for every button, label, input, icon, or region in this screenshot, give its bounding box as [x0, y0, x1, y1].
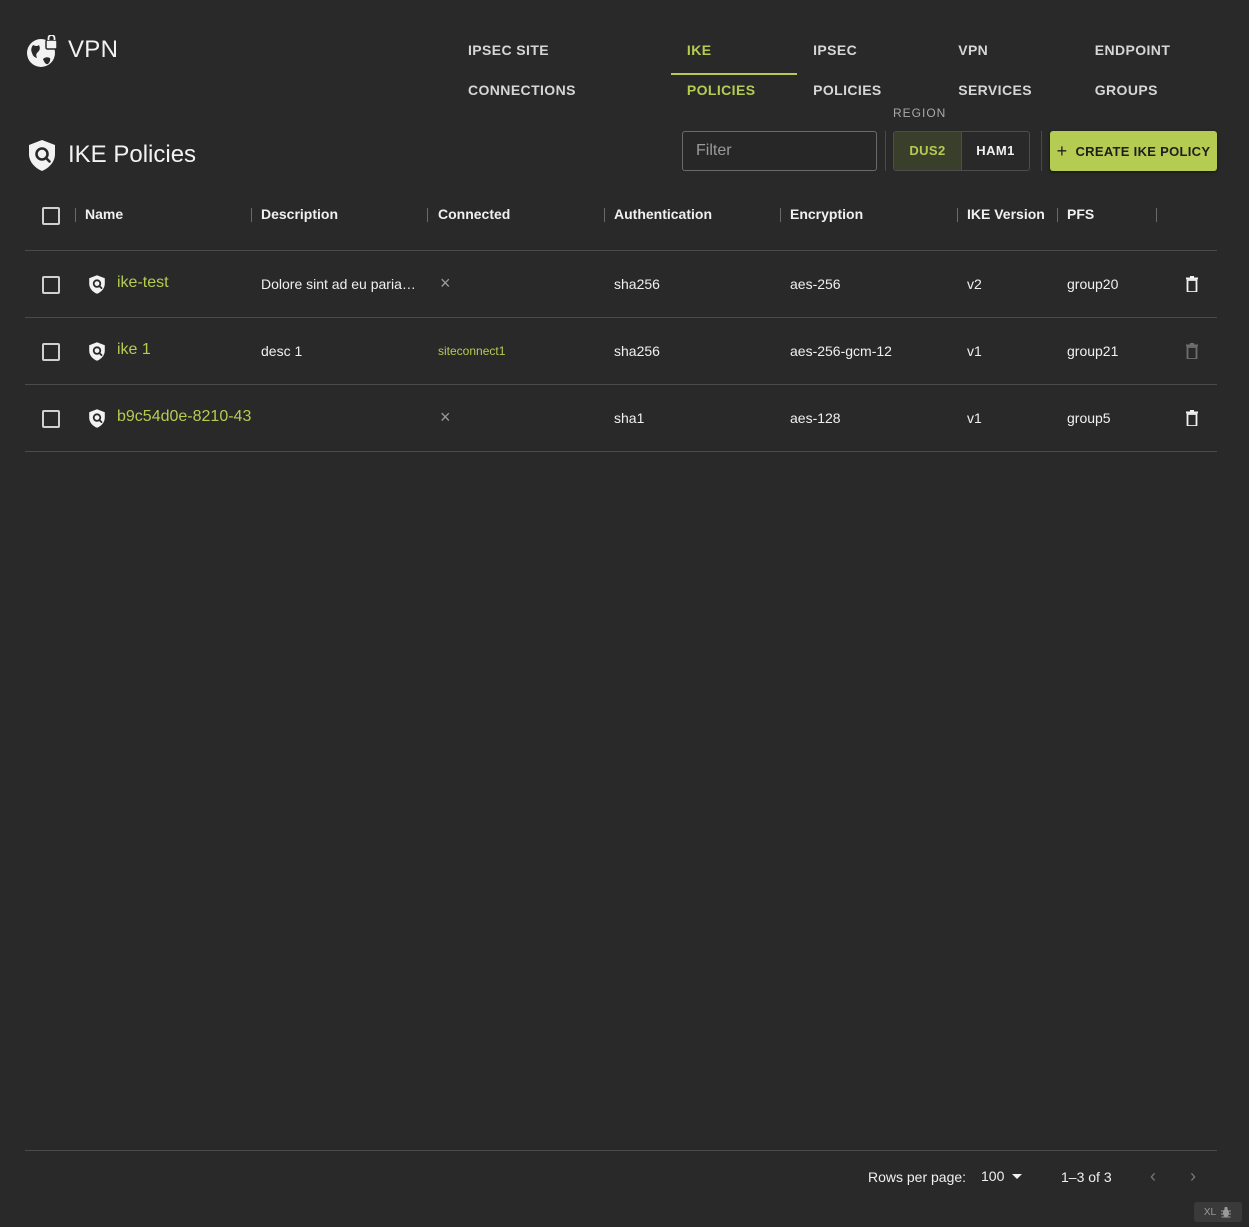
policy-pfs: group5 — [1067, 410, 1111, 426]
policy-encryption: aes-256 — [790, 276, 841, 292]
policy-description: desc 1 — [261, 343, 303, 359]
policy-ike-version: v1 — [967, 343, 982, 359]
column-separator — [780, 208, 781, 222]
filter-field[interactable] — [682, 131, 877, 171]
column-separator — [1156, 208, 1157, 222]
column-header-pfs[interactable]: PFS — [1067, 206, 1094, 222]
shield-search-icon — [89, 275, 105, 294]
tab-ike-policies[interactable]: IKE POLICIES — [670, 30, 798, 98]
rows-per-page-value: 100 — [981, 1168, 1005, 1184]
tab-vpn-services[interactable]: VPN SERVICES — [942, 30, 1079, 98]
column-separator — [1057, 208, 1058, 222]
policy-pfs: group20 — [1067, 276, 1119, 292]
create-ike-policy-button[interactable]: + CREATE IKE POLICY — [1050, 131, 1217, 171]
policy-encryption: aes-256-gcm-12 — [790, 343, 892, 359]
toolbar-divider — [885, 131, 886, 171]
not-connected-icon: × — [440, 407, 451, 427]
column-header-ike-version[interactable]: IKE Version — [967, 206, 1045, 222]
policy-description: Dolore sint ad eu paria… — [261, 276, 416, 292]
table-row[interactable]: ike 1 desc 1 siteconnect1 sha256 aes-256… — [25, 318, 1217, 385]
column-header-name[interactable]: Name — [85, 206, 123, 222]
table-header: Name Description Connected Authenticatio… — [25, 180, 1217, 251]
delete-icon[interactable] — [1186, 410, 1198, 426]
app-title: VPN — [68, 36, 119, 63]
row-checkbox[interactable] — [42, 410, 60, 428]
plus-icon: + — [1056, 141, 1068, 161]
region-toggle-group: DUS2 HAM1 — [893, 131, 1030, 171]
policy-encryption: aes-128 — [790, 410, 841, 426]
row-checkbox[interactable] — [42, 343, 60, 361]
previous-page-button[interactable]: ‹ — [1150, 1166, 1156, 1187]
tab-ipsec-policies[interactable]: IPSEC POLICIES — [797, 30, 942, 98]
policy-name-link[interactable]: b9c54d0e-8210-43 — [117, 408, 251, 426]
globe-lock-icon — [27, 35, 58, 67]
table-row[interactable]: b9c54d0e-8210-43 × sha1 aes-128 v1 group… — [25, 385, 1217, 452]
region-button-ham1[interactable]: HAM1 — [962, 132, 1029, 170]
region-button-dus2[interactable]: DUS2 — [894, 132, 962, 170]
caret-down-icon — [1012, 1173, 1023, 1179]
connected-site-link[interactable]: siteconnect1 — [438, 344, 505, 358]
column-header-authentication[interactable]: Authentication — [614, 206, 712, 222]
row-checkbox[interactable] — [42, 276, 60, 294]
bug-icon — [1221, 1206, 1232, 1218]
ike-policies-table: Name Description Connected Authenticatio… — [25, 180, 1217, 452]
region-label: REGION — [893, 106, 947, 120]
delete-icon[interactable] — [1186, 276, 1198, 292]
delete-icon — [1186, 343, 1198, 359]
footer-divider — [25, 1150, 1217, 1151]
toolbar-divider — [1041, 131, 1042, 171]
column-separator — [251, 208, 252, 222]
column-separator — [427, 208, 428, 222]
column-separator — [75, 208, 76, 222]
column-header-connected[interactable]: Connected — [438, 206, 510, 222]
page-title: IKE Policies — [68, 141, 197, 168]
policy-ike-version: v1 — [967, 410, 982, 426]
rows-per-page-select[interactable]: 100 — [981, 1168, 1023, 1184]
pagination-range: 1–3 of 3 — [1061, 1169, 1112, 1185]
tab-endpoint-groups[interactable]: ENDPOINT GROUPS — [1079, 30, 1249, 98]
tab-ipsec-site-connections[interactable]: IPSEC SITE CONNECTIONS — [452, 30, 671, 98]
policy-name-link[interactable]: ike 1 — [117, 341, 151, 359]
breakpoint-label: XL — [1203, 1206, 1217, 1218]
policy-authentication: sha256 — [614, 343, 660, 359]
column-header-encryption[interactable]: Encryption — [790, 206, 863, 222]
create-button-label: CREATE IKE POLICY — [1075, 143, 1211, 159]
shield-search-icon — [29, 140, 55, 171]
policy-authentication: sha1 — [614, 410, 645, 426]
policy-pfs: group21 — [1067, 343, 1119, 359]
shield-search-icon — [89, 409, 105, 428]
column-header-description[interactable]: Description — [261, 206, 338, 222]
policy-name-link[interactable]: ike-test — [117, 274, 169, 292]
column-separator — [957, 208, 958, 222]
breakpoint-badge[interactable]: XL — [1194, 1202, 1242, 1222]
nav-tabs: IPSEC SITE CONNECTIONS IKE POLICIES IPSE… — [452, 30, 1249, 98]
not-connected-icon: × — [440, 273, 451, 293]
table-row[interactable]: ike-test Dolore sint ad eu paria… × sha2… — [25, 251, 1217, 318]
filter-input[interactable] — [683, 132, 876, 170]
column-separator — [604, 208, 605, 222]
shield-search-icon — [89, 342, 105, 361]
select-all-checkbox[interactable] — [42, 207, 60, 225]
policy-ike-version: v2 — [967, 276, 982, 292]
policy-authentication: sha256 — [614, 276, 660, 292]
next-page-button[interactable]: › — [1190, 1166, 1196, 1187]
rows-per-page-label: Rows per page: — [868, 1169, 967, 1185]
